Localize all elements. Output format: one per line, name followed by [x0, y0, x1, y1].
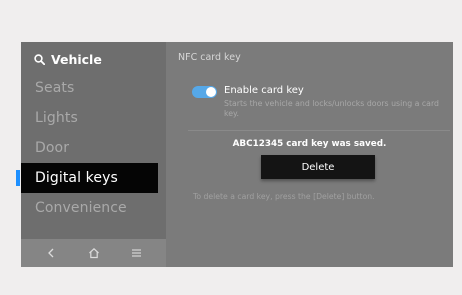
settings-screen: Vehicle Seats Lights Door Digital keys C… [21, 42, 453, 267]
delete-hint: To delete a card key, press the [Delete]… [193, 192, 375, 201]
sidebar-item-convenience[interactable]: Convenience [21, 193, 166, 223]
home-icon [88, 247, 99, 259]
bottom-nav-bar [21, 239, 166, 267]
enable-card-key-label: Enable card key [224, 85, 304, 96]
sidebar-item-door[interactable]: Door [21, 133, 166, 163]
enable-card-key-description: Starts the vehicle and locks/unlocks doo… [224, 99, 439, 118]
enable-card-key-toggle[interactable] [192, 86, 217, 98]
menu-icon [132, 249, 141, 257]
sidebar-item-label: Convenience [35, 200, 127, 216]
saved-message: ABC12345 card key was saved. [232, 139, 387, 149]
search-icon [34, 53, 45, 65]
sidebar-item-seats[interactable]: Seats [21, 73, 166, 103]
sidebar-item-label: Seats [35, 80, 75, 96]
page-title: NFC card key [178, 52, 241, 63]
sidebar-title: Vehicle [51, 51, 102, 67]
selection-marker [16, 170, 20, 186]
toggle-knob [206, 87, 216, 97]
home-button[interactable] [80, 242, 108, 264]
sidebar-item-label: Door [35, 140, 70, 156]
sidebar-item-lights[interactable]: Lights [21, 103, 166, 133]
sidebar-search-header[interactable]: Vehicle [34, 50, 102, 68]
delete-button[interactable]: Delete [261, 155, 375, 179]
menu-button[interactable] [123, 242, 151, 264]
back-button[interactable] [37, 242, 65, 264]
sidebar: Vehicle Seats Lights Door Digital keys C… [21, 42, 166, 267]
nfc-card-key-panel: NFC card key Enable card key Starts the … [166, 42, 453, 267]
divider [188, 130, 450, 131]
sidebar-item-digital-keys[interactable]: Digital keys [21, 163, 158, 193]
chevron-left-icon [47, 248, 53, 258]
sidebar-item-label: Lights [35, 110, 78, 126]
sidebar-item-label: Digital keys [35, 170, 118, 186]
selection-marker-wrapper [16, 163, 25, 193]
